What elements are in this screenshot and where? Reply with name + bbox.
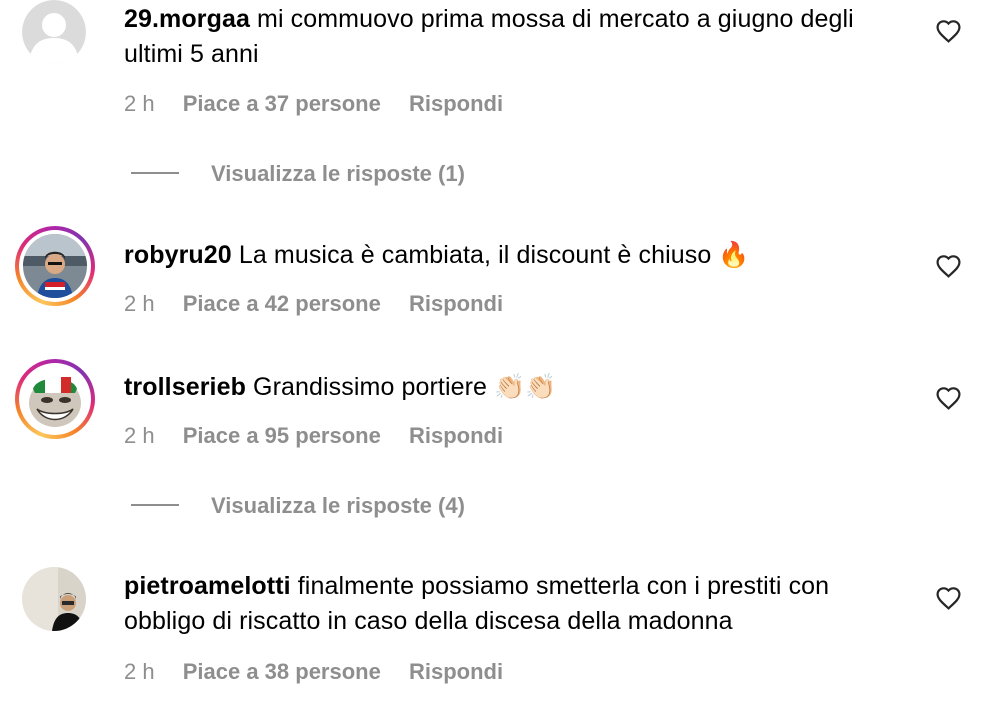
user-photo-icon bbox=[23, 234, 87, 298]
default-avatar-icon bbox=[22, 0, 86, 64]
avatar[interactable] bbox=[15, 359, 95, 439]
view-replies-label: Visualizza le risposte (1) bbox=[211, 161, 465, 186]
avatar[interactable] bbox=[22, 567, 86, 631]
comment-username[interactable]: robyru20 bbox=[124, 241, 232, 269]
clapping-hands-emoji: 👏🏻👏🏻 bbox=[494, 372, 557, 401]
comment-likes-count[interactable]: Piace a 42 persone bbox=[183, 291, 381, 317]
avatar[interactable] bbox=[22, 0, 86, 64]
like-heart-icon[interactable] bbox=[935, 19, 962, 43]
comment-username[interactable]: 29.morgaa bbox=[124, 5, 250, 33]
comment-meta: 2 h Piace a 37 persone Rispondi bbox=[124, 91, 525, 117]
replies-divider-line bbox=[131, 172, 179, 175]
reply-button[interactable]: Rispondi bbox=[409, 659, 503, 685]
fire-emoji: 🔥 bbox=[718, 240, 750, 269]
like-heart-icon[interactable] bbox=[935, 586, 962, 610]
comment-time[interactable]: 2 h bbox=[124, 291, 155, 317]
troll-face-icon bbox=[23, 367, 87, 431]
comment-username[interactable]: trollserieb bbox=[124, 373, 246, 401]
comment-time[interactable]: 2 h bbox=[124, 423, 155, 449]
like-heart-icon[interactable] bbox=[935, 254, 962, 278]
comment-meta: 2 h Piace a 38 persone Rispondi bbox=[124, 659, 525, 685]
view-replies-button[interactable]: Visualizza le risposte (4) bbox=[131, 493, 465, 519]
reply-button[interactable]: Rispondi bbox=[409, 291, 503, 317]
comment-time[interactable]: 2 h bbox=[124, 659, 155, 685]
comment-text: Grandissimo portiere bbox=[253, 373, 488, 401]
comment-text: La musica è cambiata, il discount è chiu… bbox=[238, 241, 712, 269]
like-heart-icon[interactable] bbox=[935, 386, 962, 410]
comment-likes-count[interactable]: Piace a 38 persone bbox=[183, 659, 381, 685]
comment-meta: 2 h Piace a 42 persone Rispondi bbox=[124, 291, 525, 317]
avatar[interactable] bbox=[15, 226, 95, 306]
comment-time[interactable]: 2 h bbox=[124, 91, 155, 117]
replies-divider-line bbox=[131, 504, 179, 507]
comment-meta: 2 h Piace a 95 persone Rispondi bbox=[124, 423, 525, 449]
user-photo-icon bbox=[22, 567, 86, 631]
reply-button[interactable]: Rispondi bbox=[409, 423, 503, 449]
reply-button[interactable]: Rispondi bbox=[409, 91, 503, 117]
comment-likes-count[interactable]: Piace a 37 persone bbox=[183, 91, 381, 117]
view-replies-button[interactable]: Visualizza le risposte (1) bbox=[131, 161, 465, 187]
view-replies-label: Visualizza le risposte (4) bbox=[211, 493, 465, 518]
comment-username[interactable]: pietroamelotti bbox=[124, 572, 291, 600]
comment-likes-count[interactable]: Piace a 95 persone bbox=[183, 423, 381, 449]
